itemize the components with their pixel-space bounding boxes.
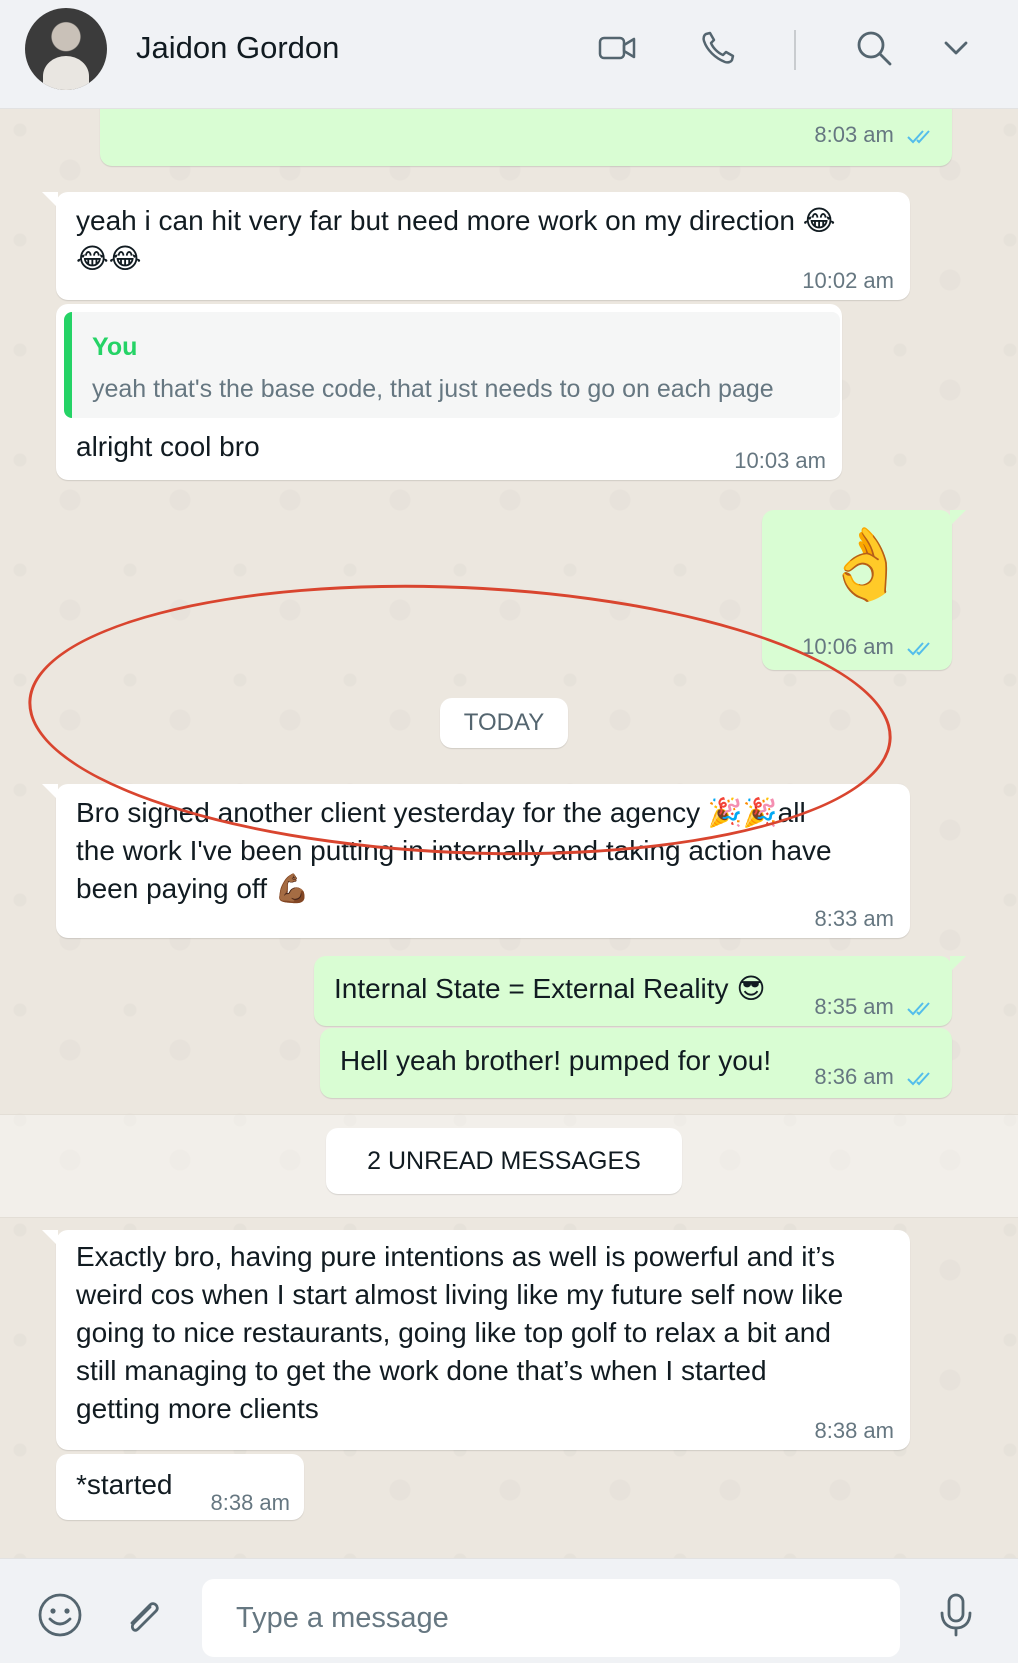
- message-text-line: Bro signed another client yesterday for …: [76, 797, 806, 828]
- chevron-down-icon[interactable]: [934, 26, 978, 70]
- message-bubble-incoming[interactable]: *started 8:38 am: [56, 1454, 304, 1520]
- quoted-message[interactable]: You yeah that's the base code, that just…: [64, 312, 840, 418]
- header-separator: [794, 30, 796, 70]
- message-bubble-incoming[interactable]: You yeah that's the base code, that just…: [56, 304, 842, 480]
- message-time: 8:03 am: [814, 122, 894, 147]
- search-icon[interactable]: [852, 26, 896, 70]
- quoted-author: You: [92, 333, 138, 361]
- message-time: 8:38 am: [210, 1490, 291, 1515]
- message-time: 8:36 am: [814, 1064, 894, 1089]
- message-text-line: Exactly bro, having pure intentions as w…: [76, 1241, 835, 1272]
- contact-avatar[interactable]: [25, 8, 107, 90]
- voice-call-icon[interactable]: [696, 26, 740, 70]
- message-bubble-outgoing[interactable]: 👌 10:06 am: [762, 510, 966, 670]
- message-bubble-incoming[interactable]: Exactly bro, having pure intentions as w…: [42, 1230, 910, 1450]
- message-time: 10:06 am: [802, 634, 894, 659]
- message-bubble-incoming[interactable]: yeah i can hit very far but need more wo…: [42, 192, 910, 300]
- message-time: 8:38 am: [814, 1418, 895, 1443]
- message-bubble-incoming[interactable]: Bro signed another client yesterday for …: [42, 784, 910, 938]
- message-time: 10:03 am: [734, 448, 826, 473]
- message-input[interactable]: [202, 1579, 900, 1657]
- message-text-line: still managing to get the work done that…: [76, 1355, 767, 1386]
- message-text-line: weird cos when I start almost living lik…: [76, 1279, 844, 1310]
- ok-hand-emoji: 👌: [822, 523, 910, 605]
- date-divider: TODAY: [440, 698, 568, 748]
- message-text-line: been paying off 💪🏾: [76, 873, 310, 904]
- message-text-line: getting more clients: [76, 1393, 319, 1424]
- attach-icon[interactable]: [118, 1591, 166, 1639]
- unread-messages-divider: 2 UNREAD MESSAGES: [326, 1128, 682, 1194]
- message-text: alright cool bro: [76, 431, 260, 462]
- message-time: 8:33 am: [814, 906, 895, 931]
- microphone-icon[interactable]: [932, 1591, 980, 1639]
- message-text: Internal State = External Reality 😎: [334, 973, 766, 1004]
- message-text: *started: [76, 1469, 173, 1500]
- message-text-line: 😂😂: [76, 242, 142, 275]
- chat-header: Jaidon Gordon: [0, 0, 1018, 109]
- contact-name[interactable]: Jaidon Gordon: [136, 30, 339, 66]
- message-time: 10:02 am: [802, 268, 894, 293]
- quoted-text: yeah that's the base code, that just nee…: [92, 375, 774, 403]
- message-bubble-outgoing[interactable]: Hell yeah brother! pumped for you! 8:36 …: [320, 1028, 952, 1098]
- message-text-line: the work I've been putting in internally…: [76, 835, 832, 866]
- read-ticks-icon: [907, 130, 930, 144]
- read-ticks-icon: [907, 1072, 930, 1086]
- message-bubble-outgoing[interactable]: Internal State = External Reality 😎 8:35…: [314, 956, 966, 1026]
- message-text: Hell yeah brother! pumped for you!: [340, 1045, 772, 1076]
- message-time: 8:35 am: [814, 994, 894, 1019]
- emoji-icon[interactable]: [36, 1591, 84, 1639]
- chat-messages[interactable]: 8:03 am yeah i can hit very far but need…: [0, 108, 1018, 1558]
- video-call-icon[interactable]: [596, 26, 640, 70]
- read-ticks-icon: [907, 1002, 930, 1016]
- message-text-line: yeah i can hit very far but need more wo…: [76, 205, 836, 236]
- read-ticks-icon: [907, 642, 930, 656]
- compose-bar: [0, 1558, 1018, 1663]
- message-bubble-outgoing[interactable]: 8:03 am: [100, 108, 952, 166]
- message-text-line: going to nice restaurants, going like to…: [76, 1317, 831, 1348]
